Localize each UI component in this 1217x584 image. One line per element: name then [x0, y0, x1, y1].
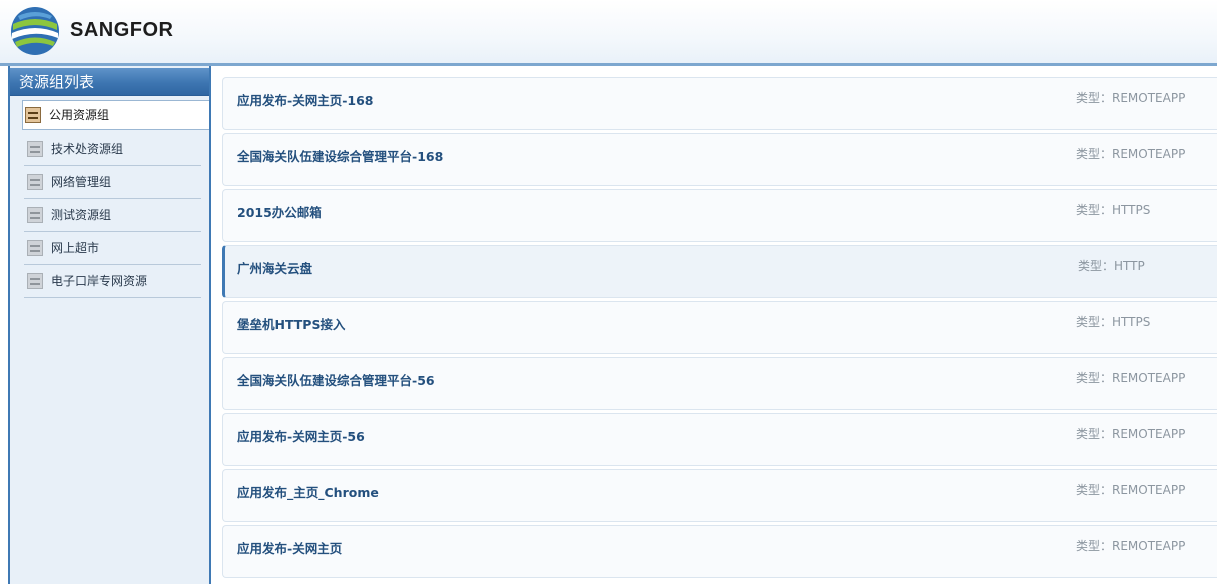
sidebar-item-label: 测试资源组	[51, 208, 112, 222]
resource-name-link[interactable]: 应用发布-关网主页-168	[237, 90, 373, 109]
resource-item[interactable]: 全国海关队伍建设综合管理平台-168 类型：REMOTEAPP	[222, 133, 1217, 186]
resource-name-link[interactable]: 2015办公邮箱	[237, 202, 322, 221]
resource-type-label: 类型：REMOTEAPP	[1076, 147, 1186, 161]
resource-name-link[interactable]: 应用发布-关网主页-56	[237, 426, 365, 445]
sidebar-item[interactable]: 公用资源组	[22, 100, 209, 130]
header: SANGFOR	[0, 0, 1217, 63]
sidebar-title: 资源组列表	[10, 68, 209, 96]
resource-group-icon	[27, 207, 43, 223]
resource-item[interactable]: 全国海关队伍建设综合管理平台-56 类型：REMOTEAPP	[222, 357, 1217, 410]
resource-item[interactable]: 应用发布-关网主页-56 类型：REMOTEAPP	[222, 413, 1217, 466]
resource-item[interactable]: 应用发布-关网主页 类型：REMOTEAPP	[222, 525, 1217, 578]
sidebar-item[interactable]: 电子口岸专网资源	[24, 265, 201, 298]
sidebar-item[interactable]: 网上超市	[24, 232, 201, 265]
resource-type-label: 类型：HTTP	[1078, 259, 1145, 273]
resource-item[interactable]: 2015办公邮箱 类型：HTTPS	[222, 189, 1217, 242]
sidebar-list: 公用资源组技术处资源组 网络管理组测试资源组网上超市电子口岸专网资源	[10, 100, 209, 298]
sangfor-logo-icon	[11, 7, 59, 55]
resource-type-label: 类型：REMOTEAPP	[1076, 427, 1186, 441]
resource-name-link[interactable]: 应用发布-关网主页	[237, 538, 342, 557]
sidebar-item-label: 技术处资源组	[51, 142, 124, 156]
logo-text: SANGFOR	[70, 19, 174, 41]
resource-group-icon	[27, 174, 43, 190]
sidebar-item[interactable]: 网络管理组	[24, 166, 201, 199]
resource-name-link[interactable]: 全国海关队伍建设综合管理平台-168	[237, 146, 443, 165]
resource-group-icon	[27, 240, 43, 256]
sidebar-item-label: 网络管理组	[51, 175, 112, 189]
resource-item[interactable]: 堡垒机HTTPS接入 类型：HTTPS	[222, 301, 1217, 354]
resource-type-label: 类型：REMOTEAPP	[1076, 91, 1186, 105]
resource-type-label: 类型：HTTPS	[1076, 203, 1151, 217]
resource-item[interactable]: 广州海关云盘 类型：HTTP	[222, 245, 1217, 298]
resource-name-link[interactable]: 全国海关队伍建设综合管理平台-56	[237, 370, 435, 389]
resource-item[interactable]: 应用发布-关网主页-168 类型：REMOTEAPP	[222, 77, 1217, 130]
sidebar-item[interactable]: 技术处资源组	[24, 133, 201, 166]
resource-group-icon	[27, 141, 43, 157]
sidebar: 资源组列表 公用资源组技术处资源组 网络管理组测试资源组网上超市电子口岸专网资源	[8, 66, 211, 584]
resource-name-link[interactable]: 广州海关云盘	[237, 258, 312, 277]
resource-list: 应用发布-关网主页-168 类型：REMOTEAPP 全国海关队伍建设综合管理平台-…	[222, 77, 1217, 581]
sidebar-item-label: 网上超市	[51, 241, 100, 255]
resource-name-link[interactable]: 堡垒机HTTPS接入	[237, 314, 345, 333]
resource-item[interactable]: 应用发布_主页_Chrome 类型：REMOTEAPP	[222, 469, 1217, 522]
resource-name-link[interactable]: 应用发布_主页_Chrome	[237, 482, 379, 501]
resource-type-label: 类型：REMOTEAPP	[1076, 483, 1186, 497]
sidebar-item-label: 电子口岸专网资源	[51, 274, 148, 288]
sidebar-item[interactable]: 测试资源组	[24, 199, 201, 232]
resource-type-label: 类型：HTTPS	[1076, 315, 1151, 329]
resource-group-icon	[27, 273, 43, 289]
sidebar-item-label: 公用资源组	[49, 108, 110, 122]
resource-group-icon	[25, 107, 41, 123]
resource-type-label: 类型：REMOTEAPP	[1076, 371, 1186, 385]
resource-type-label: 类型：REMOTEAPP	[1076, 539, 1186, 553]
